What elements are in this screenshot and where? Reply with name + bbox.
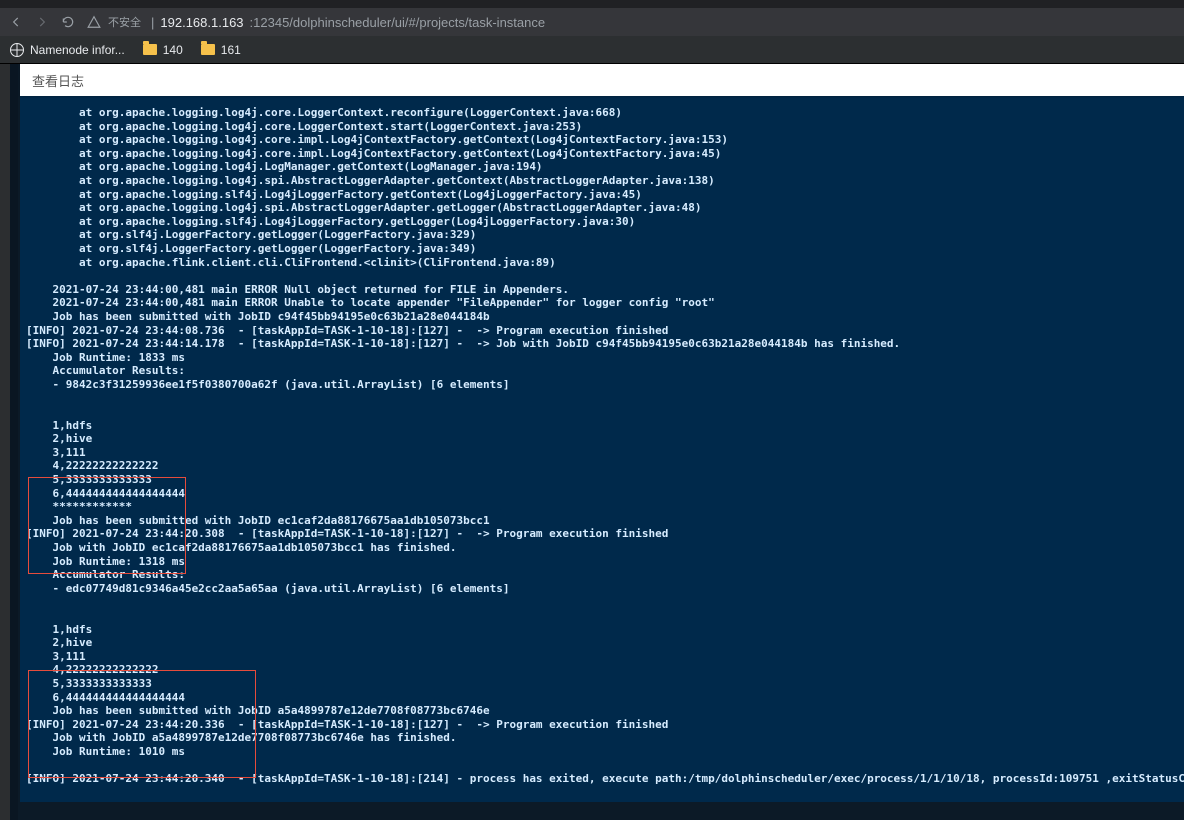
highlight-box-1 [28, 477, 186, 574]
insecure-icon [86, 14, 102, 30]
address-bar: 不安全 | 192.168.1.163:12345/dolphinschedul… [0, 8, 1184, 36]
insecure-label: 不安全 [108, 14, 141, 30]
bookmark-namenode[interactable]: Namenode infor... [10, 43, 125, 57]
highlight-box-2 [28, 670, 256, 778]
bookmarks-bar: Namenode infor... 140 161 [0, 36, 1184, 64]
modal-title: 查看日志 [32, 71, 84, 90]
bookmark-label: 161 [221, 43, 241, 57]
url-host: 192.168.1.163 [160, 15, 243, 30]
forward-icon[interactable] [34, 14, 50, 30]
reload-icon[interactable] [60, 14, 76, 30]
bookmark-label: Namenode infor... [30, 43, 125, 57]
url-display[interactable]: 不安全 | 192.168.1.163:12345/dolphinschedul… [86, 14, 545, 30]
back-icon[interactable] [8, 14, 24, 30]
log-modal-header: 查看日志 [20, 64, 1184, 96]
bookmark-140[interactable]: 140 [143, 43, 183, 57]
sidebar [10, 64, 18, 820]
bookmark-161[interactable]: 161 [201, 43, 241, 57]
url-path: :12345/dolphinscheduler/ui/#/projects/ta… [250, 15, 546, 30]
folder-icon [143, 44, 157, 55]
bookmark-label: 140 [163, 43, 183, 57]
folder-icon [201, 44, 215, 55]
globe-icon [10, 43, 24, 57]
